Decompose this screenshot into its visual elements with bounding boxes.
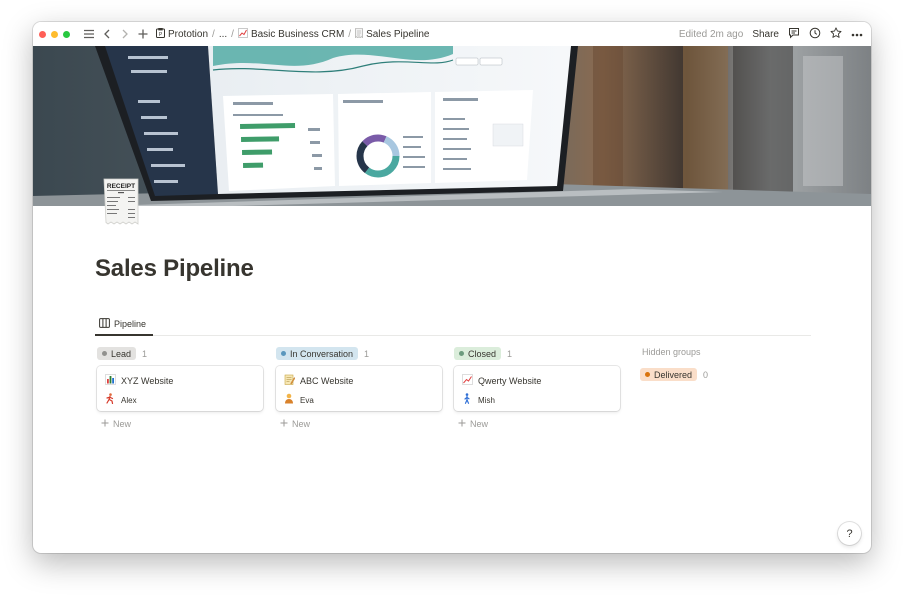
board-card-xyz-website[interactable]: XYZ Website Alex [97,366,263,411]
group-tag-closed: Closed [454,347,502,360]
view-tab-label: Pipeline [114,319,147,329]
status-dot [645,372,650,377]
board-column-header-in-conversation[interactable]: In Conversation 1 [276,347,369,360]
new-card-button-closed[interactable]: New [458,419,488,429]
board-column-header-closed[interactable]: Closed 1 [454,347,512,360]
group-count: 1 [507,348,513,359]
active-view-underline [95,334,153,336]
close-window-button[interactable] [39,30,46,38]
breadcrumb-separator: / [348,28,352,40]
memo-icon [283,374,295,388]
favorite-star-icon[interactable] [830,26,842,42]
board-card-abc-website[interactable]: ABC Website Eva [276,366,442,411]
updates-clock-icon[interactable] [809,27,821,42]
plus-icon [280,419,288,429]
breadcrumb-separator: / [212,28,215,40]
group-label: In Conversation [290,348,354,359]
forward-arrow-icon[interactable] [118,27,132,41]
new-label: New [292,419,311,429]
board-column-header-lead[interactable]: Lead 1 [97,347,147,360]
help-button[interactable]: ? [838,522,861,545]
breadcrumb: P Prototion / ... / Basic Business CRM /… [154,27,431,41]
chart-increasing-icon [237,27,248,41]
chart-increasing-icon [461,374,473,388]
status-dot [281,351,286,356]
breadcrumb-separator: / [231,28,234,40]
breadcrumb-ellipsis[interactable]: ... [217,29,229,40]
page-icon-receipt[interactable]: RECEIPT [102,178,140,228]
card-title: XYZ Website [121,376,174,386]
workspace-logo-icon: P [156,27,165,41]
topbar: P Prototion / ... / Basic Business CRM /… [33,22,871,46]
receipt-title: RECEIPT [107,183,135,190]
new-label: New [470,419,489,429]
app-window: P Prototion / ... / Basic Business CRM /… [33,22,871,553]
sidebar-menu-icon[interactable] [82,27,96,41]
view-divider [95,335,811,336]
card-title: ABC Website [300,376,354,386]
status-dot [459,351,464,356]
breadcrumb-current[interactable]: Sales Pipeline [353,27,431,41]
card-person: Alex [121,395,137,405]
topbar-actions: Edited 2m ago Share [679,22,863,46]
back-arrow-icon[interactable] [100,27,114,41]
breadcrumb-parent[interactable]: Basic Business CRM [236,27,346,41]
new-label: New [113,419,132,429]
view-tab-pipeline[interactable]: Pipeline [99,318,146,330]
comments-icon[interactable] [788,27,800,42]
hidden-group-delivered[interactable]: Delivered 0 [640,368,708,381]
group-count: 0 [703,369,709,380]
page-cover-image[interactable] [33,46,871,206]
person-walking-icon [461,393,473,407]
group-tag-in-conversation: In Conversation [276,347,359,360]
group-count: 1 [142,348,148,359]
group-label: Delivered [654,369,693,380]
group-label: Closed [468,348,497,359]
more-options-icon[interactable] [851,29,863,40]
hidden-groups-header: Hidden groups [642,347,701,357]
new-card-button-in-conversation[interactable]: New [280,419,310,429]
edited-status: Edited 2m ago [678,28,744,40]
new-card-button-lead[interactable]: New [101,419,131,429]
receipt-icon [355,27,363,41]
window-controls [39,30,70,38]
group-label: Lead [111,348,132,359]
status-dot [102,351,107,356]
group-tag-delivered: Delivered [640,368,698,381]
board-card-qwerty-website[interactable]: Qwerty Website Mish [454,366,620,411]
person-icon [283,393,295,407]
plus-icon [101,419,109,429]
card-person: Mish [478,395,495,405]
share-button[interactable]: Share [752,29,779,40]
person-running-icon [104,393,116,407]
card-title: Qwerty Website [478,376,542,386]
bar-chart-icon [104,374,116,388]
card-person: Eva [300,395,314,405]
board-view-icon [99,318,110,330]
minimize-window-button[interactable] [51,30,58,38]
new-page-plus-icon[interactable] [136,27,150,41]
group-tag-lead: Lead [97,347,137,360]
hidden-groups-label: Hidden groups [642,347,701,357]
group-count: 1 [364,348,370,359]
breadcrumb-workspace[interactable]: P Prototion [154,27,210,41]
plus-icon [458,419,466,429]
zoom-window-button[interactable] [63,30,70,38]
page-title[interactable]: Sales Pipeline [95,255,254,283]
